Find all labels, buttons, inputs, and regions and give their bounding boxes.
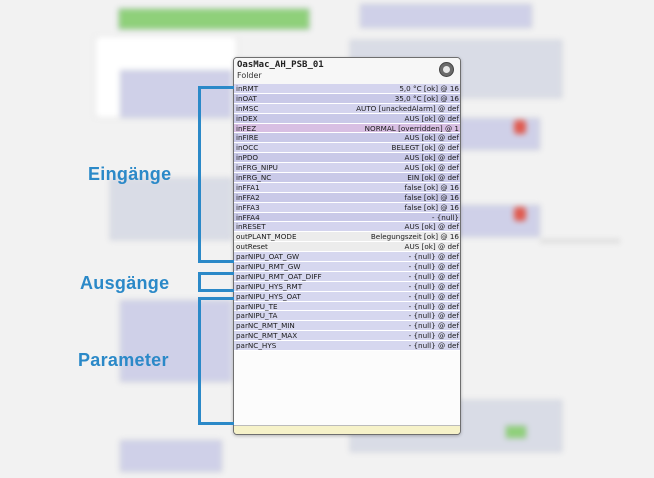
- slot-name: parNIPU_HYS_OAT: [236, 291, 301, 301]
- slot-name: inRESET: [236, 222, 266, 232]
- slot-name: inRMT: [236, 84, 259, 93]
- slot-name: parNIPU_TA: [236, 311, 278, 321]
- slot-value: - {null} @ def: [408, 291, 459, 301]
- slot-value: false [ok] @ 16: [404, 192, 459, 202]
- slot-value: - {null} @ def: [408, 311, 459, 321]
- slot-row[interactable]: inRESET AUS [ok] @ def: [234, 222, 460, 233]
- slot-value: BELEGT [ok] @ def: [391, 143, 459, 153]
- slot-name: parNC_HYS: [236, 341, 277, 351]
- slot-value: NORMAL [overridden] @ 1: [364, 123, 459, 133]
- block-header[interactable]: OasMac_AH_PSB_01 Folder: [234, 58, 460, 84]
- slot-value: AUS [ok] @ def: [404, 113, 459, 123]
- slot-row[interactable]: inFFA1 false [ok] @ 16: [234, 182, 460, 193]
- slot-name: parNIPU_RMT_GW: [236, 262, 301, 272]
- slot-name: inFEZ: [236, 123, 257, 133]
- slot-name: inFRG_NC: [236, 173, 272, 183]
- slot-row[interactable]: parNIPU_HYS_RMT - {null} @ def: [234, 281, 460, 292]
- slot-row[interactable]: inOCC BELEGT [ok] @ def: [234, 143, 460, 154]
- slot-name: inFFA3: [236, 202, 260, 212]
- slot-name: inFFA2: [236, 192, 260, 202]
- slot-value: EIN [ok] @ def: [407, 173, 459, 183]
- slot-name: outReset: [236, 242, 268, 252]
- slot-row[interactable]: parNC_RMT_MIN - {null} @ def: [234, 321, 460, 332]
- slot-value: 35,0 °C [ok] @ 16: [394, 93, 459, 103]
- slot-value: - {null}: [431, 212, 459, 222]
- slot-value: - {null} @ def: [408, 262, 459, 272]
- slot-row[interactable]: inFEZ NORMAL [overridden] @ 1: [234, 123, 460, 134]
- slot-name: parNC_RMT_MAX: [236, 331, 298, 341]
- slot-value: - {null} @ def: [408, 252, 459, 262]
- slot-value: - {null} @ def: [408, 281, 459, 291]
- block-rows: inRMT 5,0 °C [ok] @ 16 inOAT 35,0 °C [ok] @…: [234, 84, 460, 352]
- slot-name: parNIPU_TE: [236, 301, 278, 311]
- inputs-label: Eingänge: [88, 164, 172, 184]
- function-block[interactable]: OasMac_AH_PSB_01 Folder inRMT 5,0 °C [ok]…: [233, 57, 461, 435]
- slot-value: - {null} @ def: [408, 331, 459, 341]
- slot-row[interactable]: parNC_HYS - {null} @ def: [234, 341, 460, 352]
- slot-row[interactable]: parNC_RMT_MAX - {null} @ def: [234, 331, 460, 342]
- slot-value: - {null} @ def: [408, 271, 459, 281]
- slot-name: inOAT: [236, 93, 257, 103]
- slot-row[interactable]: inFFA4 - {null}: [234, 212, 460, 223]
- slot-row[interactable]: inFFA3 false [ok] @ 16: [234, 202, 460, 213]
- slot-value: AUTO [unackedAlarm] @ def: [356, 103, 459, 113]
- inputs-bracket: [198, 86, 234, 263]
- slot-value: false [ok] @ 16: [404, 202, 459, 212]
- slot-name: parNC_RMT_MIN: [236, 321, 295, 331]
- slot-value: Belegungszeit [ok] @ 16: [370, 232, 459, 242]
- slot-name: inFRG_NIPU: [236, 163, 278, 173]
- slot-row[interactable]: inFFA2 false [ok] @ 16: [234, 192, 460, 203]
- block-footer: [234, 425, 460, 434]
- slot-row[interactable]: inFIRE AUS [ok] @ def: [234, 133, 460, 144]
- slot-name: inFIRE: [236, 133, 259, 143]
- slot-name: parNIPU_OAT_GW: [236, 252, 300, 262]
- slot-name: inOCC: [236, 143, 259, 153]
- parameters-bracket: [198, 297, 234, 425]
- block-title: OasMac_AH_PSB_01: [237, 60, 324, 70]
- slot-row[interactable]: inFRG_NC EIN [ok] @ def: [234, 173, 460, 183]
- slot-value: AUS [ok] @ def: [404, 222, 459, 232]
- slot-row[interactable]: parNIPU_TA - {null} @ def: [234, 311, 460, 322]
- slot-row[interactable]: outPLANT_MODE Belegungszeit [ok] @ 16: [234, 232, 460, 243]
- slot-row[interactable]: parNIPU_RMT_GW - {null} @ def: [234, 262, 460, 272]
- slot-value: AUS [ok] @ def: [404, 153, 459, 163]
- parameters-label: Parameter: [78, 350, 169, 370]
- slot-row[interactable]: parNIPU_TE - {null} @ def: [234, 301, 460, 312]
- outputs-bracket: [198, 272, 234, 292]
- slot-row[interactable]: inOAT 35,0 °C [ok] @ 16: [234, 93, 460, 104]
- slot-row[interactable]: inRMT 5,0 °C [ok] @ 16: [234, 84, 460, 94]
- slot-row[interactable]: parNIPU_HYS_OAT - {null} @ def: [234, 291, 460, 302]
- block-subtitle: Folder: [237, 71, 262, 80]
- slot-name: inFFA4: [236, 212, 260, 222]
- slot-row[interactable]: inFRG_NIPU AUS [ok] @ def: [234, 163, 460, 174]
- slot-value: AUS [ok] @ def: [404, 163, 459, 173]
- slot-row[interactable]: inMSC AUTO [unackedAlarm] @ def: [234, 103, 460, 114]
- slot-row[interactable]: outReset AUS [ok] @ def: [234, 242, 460, 253]
- slot-value: AUS [ok] @ def: [404, 133, 459, 143]
- slot-name: inDEX: [236, 113, 258, 123]
- gear-icon[interactable]: [439, 62, 454, 77]
- slot-name: inPDO: [236, 153, 259, 163]
- slot-name: parNIPU_HYS_RMT: [236, 281, 303, 291]
- slot-name: inFFA1: [236, 182, 260, 192]
- slot-value: AUS [ok] @ def: [404, 242, 459, 252]
- slot-value: false [ok] @ 16: [404, 182, 459, 192]
- slot-name: inMSC: [236, 103, 259, 113]
- slot-row[interactable]: parNIPU_OAT_GW - {null} @ def: [234, 252, 460, 263]
- slot-value: - {null} @ def: [408, 301, 459, 311]
- slot-value: - {null} @ def: [408, 321, 459, 331]
- outputs-label: Ausgänge: [80, 273, 170, 293]
- slot-row[interactable]: inDEX AUS [ok] @ def: [234, 113, 460, 124]
- slot-value: 5,0 °C [ok] @ 16: [399, 84, 459, 93]
- slot-row[interactable]: parNIPU_RMT_OAT_DIFF - {null} @ def: [234, 271, 460, 282]
- slot-value: - {null} @ def: [408, 341, 459, 351]
- slot-name: parNIPU_RMT_OAT_DIFF: [236, 271, 322, 281]
- slot-name: outPLANT_MODE: [236, 232, 297, 242]
- slot-row[interactable]: inPDO AUS [ok] @ def: [234, 153, 460, 164]
